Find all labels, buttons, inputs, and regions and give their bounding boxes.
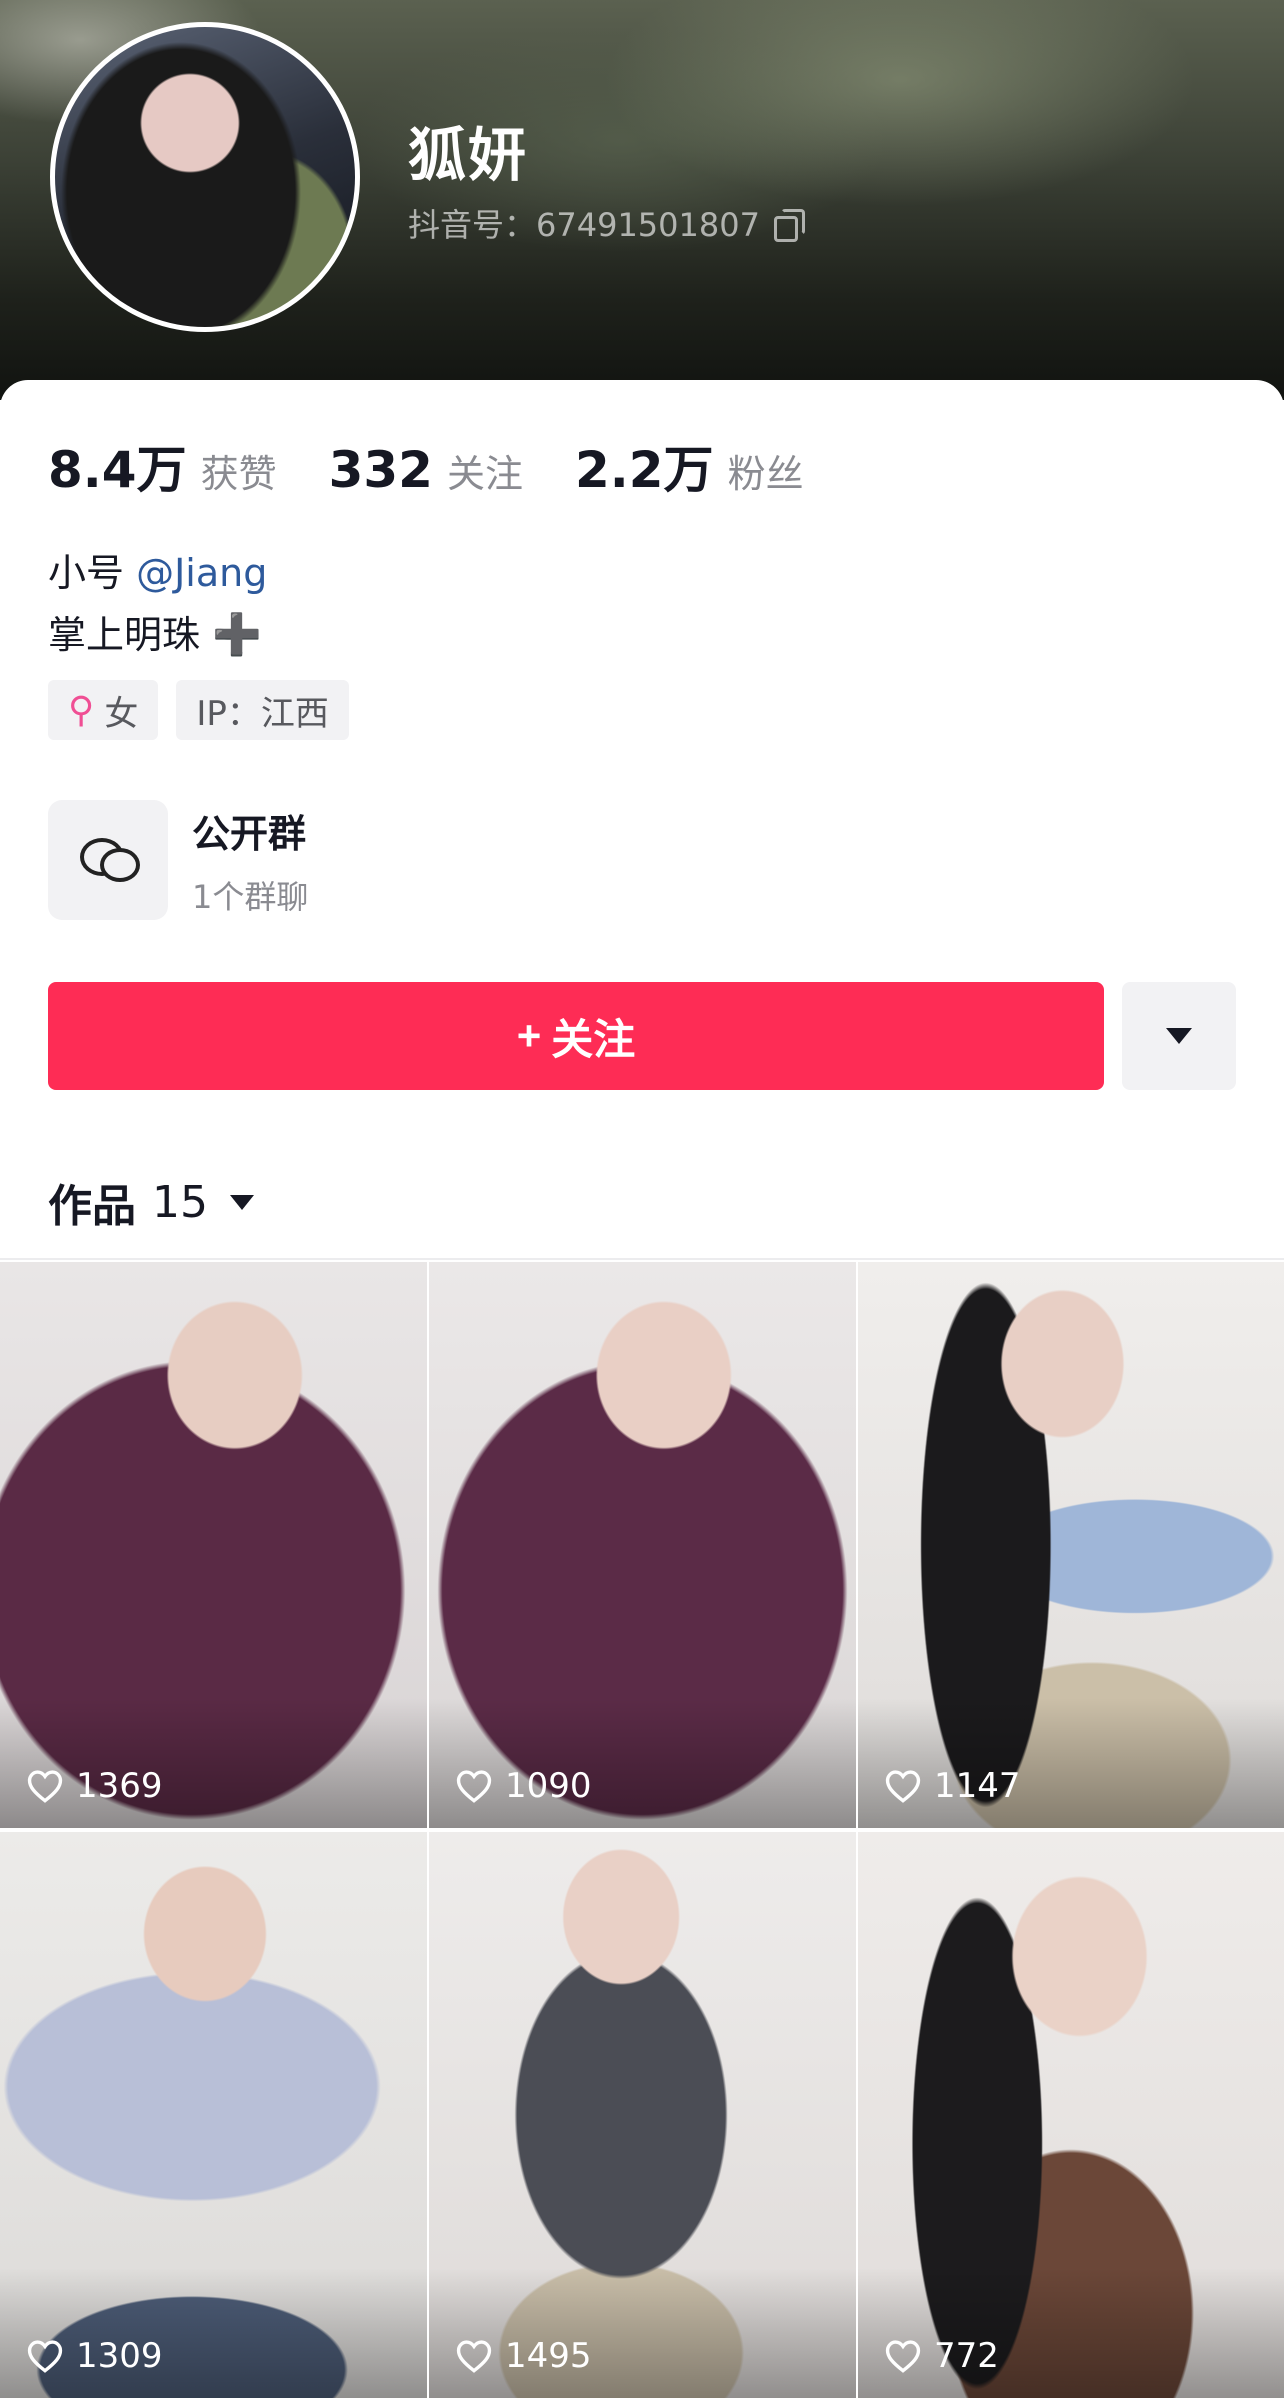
heart-icon — [455, 2339, 493, 2373]
plus-icon: + — [516, 1012, 542, 1059]
group-subtitle: 1个群聊 — [192, 877, 309, 916]
more-options-button[interactable] — [1122, 982, 1236, 1090]
like-count-value: 1147 — [934, 1766, 1021, 1806]
like-count: 1090 — [455, 1766, 592, 1806]
stat-followers[interactable]: 2.2万 粉丝 — [575, 430, 804, 502]
works-count: 15 — [152, 1176, 208, 1228]
group-title: 公开群 — [192, 811, 307, 856]
public-group-entry[interactable]: 公开群 1个群聊 — [48, 800, 308, 920]
works-dropdown-icon[interactable] — [230, 1194, 254, 1210]
ip-tag: IP：江西 — [176, 680, 349, 740]
bio-prefix: 小号 — [48, 551, 137, 595]
like-count-value: 1309 — [76, 2336, 163, 2376]
stat-likes-value: 8.4万 — [48, 441, 187, 499]
caret-down-icon — [1166, 1028, 1192, 1044]
like-count: 772 — [884, 2336, 999, 2376]
stat-following[interactable]: 332 关注 — [329, 441, 523, 499]
heart-icon — [884, 2339, 922, 2373]
like-count: 1309 — [26, 2336, 163, 2376]
video-thumbnail[interactable]: 1147 — [858, 1262, 1284, 1828]
video-thumbnail[interactable]: 1090 — [429, 1262, 856, 1828]
douyin-id-text: 抖音号：67491501807 — [408, 206, 760, 244]
video-thumbnail[interactable]: 1309 — [0, 1832, 427, 2398]
douyin-id: 抖音号：67491501807 — [408, 200, 805, 246]
works-label: 作品 — [48, 1181, 136, 1232]
gender-label: 女 — [104, 693, 139, 734]
like-count-value: 1369 — [76, 1766, 163, 1806]
profile-name: 狐妍 — [408, 121, 529, 189]
follow-button[interactable]: + 关注 — [48, 982, 1104, 1090]
ip-label: IP：江西 — [196, 693, 329, 734]
follow-button-label: 关注 — [551, 1015, 636, 1063]
like-count: 1495 — [455, 2336, 592, 2376]
video-thumbnail[interactable]: 1495 — [429, 1832, 856, 2398]
group-text: 公开群 1个群聊 — [192, 803, 308, 918]
stat-following-label: 关注 — [446, 452, 523, 496]
stat-followers-value: 2.2万 — [574, 441, 714, 499]
like-count: 1369 — [26, 1766, 163, 1806]
tab-works[interactable]: 作品 15 — [48, 1170, 254, 1234]
chat-bubbles-icon — [48, 800, 168, 920]
heart-icon — [455, 1769, 493, 1803]
stat-likes[interactable]: 8.4万 获赞 — [48, 430, 277, 502]
divider — [0, 1258, 1284, 1260]
heart-icon — [26, 2339, 64, 2373]
stat-followers-label: 粉丝 — [727, 452, 804, 496]
profile-card: 8.4万 获赞 332 关注 2.2万 粉丝 小号 @Jiang 掌上明珠 ➕ … — [0, 380, 1284, 1260]
plus-emoji-icon: ➕ — [212, 612, 262, 658]
like-count-value: 1495 — [505, 2336, 592, 2376]
video-grid: 1369 1090 1147 1309 1495 772 — [0, 1262, 1284, 2399]
gender-tag: ⚲ 女 — [48, 680, 159, 740]
bio-line-1: 小号 @Jiang — [48, 542, 267, 604]
female-icon: ⚲ — [68, 689, 95, 731]
avatar[interactable] — [50, 22, 360, 332]
like-count: 1147 — [884, 1766, 1021, 1806]
stat-following-value: 332 — [328, 441, 433, 499]
bio-line-2: 掌上明珠 ➕ — [48, 604, 267, 666]
heart-icon — [884, 1769, 922, 1803]
stat-likes-label: 获赞 — [200, 452, 277, 496]
like-count-value: 772 — [934, 2336, 999, 2376]
video-thumbnail[interactable]: 772 — [858, 1832, 1284, 2398]
stats-row: 8.4万 获赞 332 关注 2.2万 粉丝 — [48, 430, 856, 502]
copy-icon[interactable] — [772, 208, 805, 242]
bio-mention-link[interactable]: @Jiang — [136, 551, 267, 595]
heart-icon — [26, 1769, 64, 1803]
profile-tags: ⚲ 女 IP：江西 — [48, 680, 349, 740]
like-count-value: 1090 — [505, 1766, 592, 1806]
bio: 小号 @Jiang 掌上明珠 ➕ — [48, 542, 267, 666]
bio-text: 掌上明珠 — [48, 613, 201, 657]
video-thumbnail[interactable]: 1369 — [0, 1262, 427, 1828]
